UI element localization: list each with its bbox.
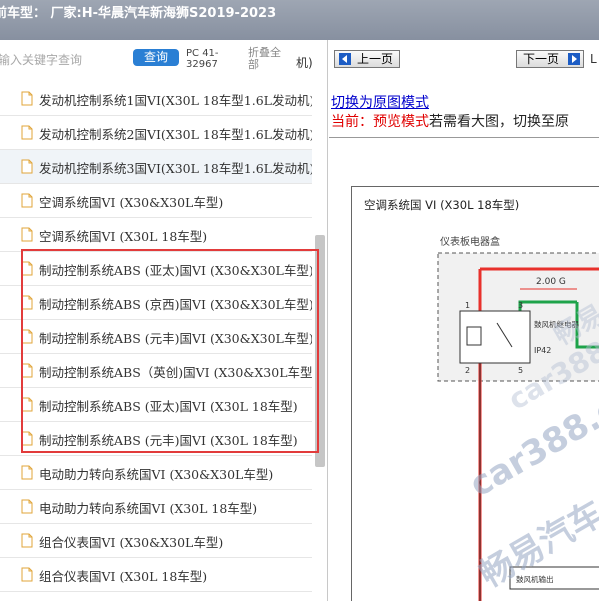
list-item[interactable]: 制动控制系统ABS (亚太)国VI (X30L 18车型) <box>0 388 312 422</box>
switch-original-mode-link[interactable]: 切换为原图模式 <box>331 92 429 112</box>
relay-box <box>459 310 531 364</box>
next-arrow-icon <box>568 53 580 65</box>
pin-3: 3 <box>518 301 523 310</box>
diagram-title: 空调系统国 VI (X30L 18车型) <box>364 198 519 212</box>
list-item[interactable]: 发动机控制系统2国VI(X30L 18车型1.6L发动机) <box>0 116 312 150</box>
list-item-label: 制动控制系统ABS (亚太)国VI (X30L 18车型) <box>39 399 298 414</box>
relay-code: IP42 <box>534 346 551 355</box>
list-item-label: 组合仪表国VI (X30L 18车型) <box>39 569 208 584</box>
list-item-label: 发动机控制系统2国VI(X30L 18车型1.6L发动机) <box>39 127 312 142</box>
list-item[interactable]: 制动控制系统ABS (京西)国VI (X30&X30L车型) <box>0 286 312 320</box>
prev-page-button[interactable]: 上一页 <box>334 50 400 68</box>
list-item-label: 制动控制系统ABS (元丰)国VI (X30L 18车型) <box>39 433 298 448</box>
document-icon <box>21 431 33 446</box>
document-icon <box>21 465 33 480</box>
fuse-box-label: 仪表板电器盒 <box>440 235 500 248</box>
truncated-text: L <box>590 52 597 66</box>
list-item[interactable]: 电动助力转向系统国VI (X30L 18车型) <box>0 490 312 524</box>
list-item-label: 空调系统国VI (X30L 18车型) <box>39 229 208 244</box>
pin-2: 2 <box>465 366 470 375</box>
pc-code-label: PC 41-32967 <box>186 48 219 70</box>
list-item-label: 制动控制系统ABS (元丰)国VI (X30&X30L车型) <box>39 331 312 346</box>
list-item-label: 电动助力转向系统国VI (X30&X30L车型) <box>39 467 274 482</box>
relay-name: 鼓风机继电器 <box>534 319 579 329</box>
document-icon <box>21 329 33 344</box>
document-icon <box>21 159 33 174</box>
list-item-label: 制动控制系统ABS (京西)国VI (X30&X30L车型) <box>39 297 312 312</box>
list-item-label: 空调系统国VI (X30&X30L车型) <box>39 195 224 210</box>
list-item-label: 组合仪表国VI (X30&X30L车型) <box>39 535 224 550</box>
search-row: 查询 PC 41-32967 折叠全部 机) <box>0 40 327 80</box>
document-icon <box>21 125 33 140</box>
list-item-label: 制动控制系统ABS (亚太)国VI (X30&X30L车型) <box>39 263 312 278</box>
list-item[interactable]: 制动控制系统ABS（英创)国VI (X30&X30L车型) <box>0 354 312 388</box>
list-item[interactable]: 组合仪表国VI (X30&X30L车型) <box>0 524 312 558</box>
document-icon <box>21 533 33 548</box>
divider <box>329 137 599 138</box>
document-icon <box>21 193 33 208</box>
wire-gauge-label: 2.00 G <box>536 277 566 287</box>
document-icon <box>21 567 33 582</box>
pin-5: 5 <box>518 366 523 375</box>
next-page-button[interactable]: 下一页 <box>516 50 584 68</box>
list-item[interactable]: 空调系统国VI (X30&X30L车型) <box>0 184 312 218</box>
vehicle-title-bar: 前车型： 厂家:H-华晨汽车新海狮S2019-2023 <box>0 0 599 40</box>
collapse-all-button[interactable]: 折叠全部 <box>248 47 290 71</box>
list-item[interactable]: 制动控制系统ABS (亚太)国VI (X30&X30L车型) <box>0 252 312 286</box>
mode-hint: 若需看大图，切换至原 <box>429 114 569 130</box>
blower-output-label: 鼓风机输出 <box>516 574 554 584</box>
truncated-text: 机) <box>296 56 313 70</box>
list-item[interactable]: 发动机控制系统1国VI(X30L 18车型1.6L发动机) <box>0 82 312 116</box>
list-item[interactable]: 制动控制系统ABS (元丰)国VI (X30&X30L车型) <box>0 320 312 354</box>
pin-1: 1 <box>465 301 470 310</box>
circuit-list: 发动机控制系统1国VI(X30L 18车型1.6L发动机) 发动机控制系统2国VI… <box>0 82 312 592</box>
prev-arrow-icon <box>339 53 351 65</box>
document-icon <box>21 261 33 276</box>
page-navbar: 上一页 下一页 L <box>329 40 599 80</box>
preview-mode-notice: 当前：预览模式若需看大图，切换至原 <box>331 111 569 131</box>
document-icon <box>21 363 33 378</box>
document-icon <box>21 295 33 310</box>
vehicle-title: 前车型： 厂家:H-华晨汽车新海狮S2019-2023 <box>0 6 277 21</box>
list-item-label: 发动机控制系统1国VI(X30L 18车型1.6L发动机) <box>39 93 312 108</box>
search-input[interactable] <box>0 50 124 70</box>
document-icon <box>21 227 33 242</box>
catalog-panel: 查询 PC 41-32967 折叠全部 机) 发动机控制系统1国VI(X30L … <box>0 40 328 601</box>
list-item[interactable]: 制动控制系统ABS (元丰)国VI (X30L 18车型) <box>0 422 312 456</box>
wiring-diagram[interactable]: 空调系统国 VI (X30L 18车型) 仪表板电器盒 2.00 G 1 3 2… <box>351 186 599 601</box>
list-item-label: 电动助力转向系统国VI (X30L 18车型) <box>39 501 258 516</box>
document-icon <box>21 499 33 514</box>
wiring-diagram-svg: 空调系统国 VI (X30L 18车型) 仪表板电器盒 2.00 G 1 3 2… <box>364 198 599 601</box>
viewer-panel: 上一页 下一页 L 切换为原图模式 当前：预览模式若需看大图，切换至原 空调系统… <box>329 40 599 601</box>
list-item[interactable]: 电动助力转向系统国VI (X30&X30L车型) <box>0 456 312 490</box>
document-icon <box>21 397 33 412</box>
app-window: 前车型： 厂家:H-华晨汽车新海狮S2019-2023 查询 PC 41-329… <box>0 0 599 601</box>
list-item[interactable]: 发动机控制系统3国VI(X30L 18车型1.6L发动机) <box>0 150 312 184</box>
list-scrollbar-thumb[interactable] <box>315 235 325 467</box>
list-item[interactable]: 空调系统国VI (X30L 18车型) <box>0 218 312 252</box>
current-mode-label: 当前：预览模式 <box>331 114 429 130</box>
list-item[interactable]: 组合仪表国VI (X30L 18车型) <box>0 558 312 592</box>
query-button[interactable]: 查询 <box>133 49 179 66</box>
document-icon <box>21 91 33 106</box>
list-item-label: 发动机控制系统3国VI(X30L 18车型1.6L发动机) <box>39 161 312 176</box>
list-item-label: 制动控制系统ABS（英创)国VI (X30&X30L车型) <box>39 365 312 380</box>
